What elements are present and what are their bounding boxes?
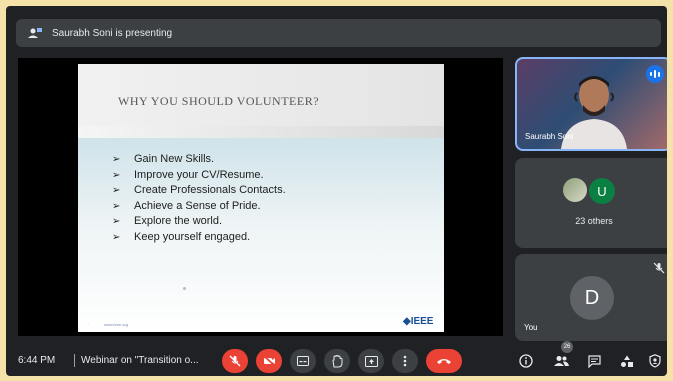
host-controls-button[interactable] [647, 353, 663, 369]
slide-bullet: ➢ Create Professionals Contacts. [112, 183, 286, 199]
hand-icon [332, 354, 343, 367]
meet-window: Saurabh Soni is presenting WHY YOU SHOUL… [6, 6, 667, 376]
meeting-title[interactable]: Webinar on "Transition o... [81, 355, 199, 366]
presenter-icon [28, 28, 42, 38]
ieee-logo: ◆IEEE [403, 316, 434, 327]
slide: WHY YOU SHOULD VOLUNTEER? ➢ Gain New Skil… [78, 64, 444, 332]
presentation-stage[interactable]: WHY YOU SHOULD VOLUNTEER? ➢ Gain New Skil… [18, 58, 503, 336]
divider [74, 354, 75, 367]
self-label: You [524, 323, 538, 332]
slide-bullet: ➢ Explore the world. [112, 214, 286, 230]
people-count-badge: 26 [561, 341, 573, 353]
clock: 6:44 PM [18, 355, 56, 366]
present-screen-button[interactable] [358, 349, 384, 373]
people-button[interactable] [553, 353, 569, 369]
bottom-bar: 6:44 PM Webinar on "Transition o... 26 [6, 341, 667, 376]
slide-bullet: ➢ Gain New Skills. [112, 152, 286, 168]
participant-tile-self[interactable]: D You [515, 254, 667, 341]
info-icon [519, 354, 533, 368]
presenting-text: Saurabh Soni is presenting [52, 27, 173, 39]
slide-bullets: ➢ Gain New Skills. ➢ Improve your CV/Resum… [112, 152, 286, 245]
mic-off-icon [229, 355, 241, 367]
bullet-arrow-icon: ➢ [112, 185, 121, 196]
present-icon [364, 355, 378, 367]
captions-icon [297, 356, 309, 366]
others-count: 23 others [575, 216, 613, 226]
mic-off-icon [653, 262, 665, 274]
slide-footer-url: www.ieee.org [104, 322, 129, 327]
participant-tile-others[interactable]: U 23 others [515, 158, 667, 248]
slide-footer-mark: · [88, 322, 90, 327]
bullet-arrow-icon: ➢ [112, 231, 121, 243]
avatar: U [589, 178, 615, 204]
chat-button[interactable] [586, 353, 602, 369]
presenting-banner: Saurabh Soni is presenting [16, 19, 661, 47]
end-call-icon [437, 359, 451, 364]
activities-icon [621, 355, 633, 367]
activities-button[interactable] [619, 353, 635, 369]
avatar: D [570, 276, 614, 320]
speaking-indicator-icon [646, 65, 664, 83]
meeting-details-button[interactable] [518, 353, 534, 369]
slide-title: WHY YOU SHOULD VOLUNTEER? [118, 94, 320, 108]
camera-off-icon [262, 355, 276, 367]
more-vert-icon [403, 355, 407, 367]
slide-bullet: ➢ Achieve a Sense of Pride. [112, 199, 286, 215]
chat-icon [587, 354, 601, 368]
more-options-button[interactable] [392, 349, 418, 373]
bullet-arrow-icon: ➢ [112, 216, 121, 227]
shield-icon [649, 354, 661, 368]
bullet-arrow-icon: ➢ [112, 200, 121, 212]
participant-name: Saurabh Soni [525, 132, 574, 141]
captions-button[interactable] [290, 349, 316, 373]
slide-divider [78, 126, 444, 138]
leave-call-button[interactable] [426, 349, 462, 373]
slide-bullet: ➢ Keep yourself engaged. [112, 230, 286, 246]
bullet-arrow-icon: ➢ [112, 169, 121, 181]
camera-toggle-button[interactable] [256, 349, 282, 373]
participant-tile-presenter[interactable]: Saurabh Soni [515, 57, 667, 151]
mic-toggle-button[interactable] [222, 349, 248, 373]
slide-bullet: ➢ Improve your CV/Resume. [112, 168, 286, 184]
raise-hand-button[interactable] [324, 349, 350, 373]
bullet-arrow-icon: ➢ [112, 154, 121, 165]
people-icon [553, 356, 569, 366]
avatar [563, 178, 587, 202]
slide-cursor-dot [183, 287, 186, 290]
